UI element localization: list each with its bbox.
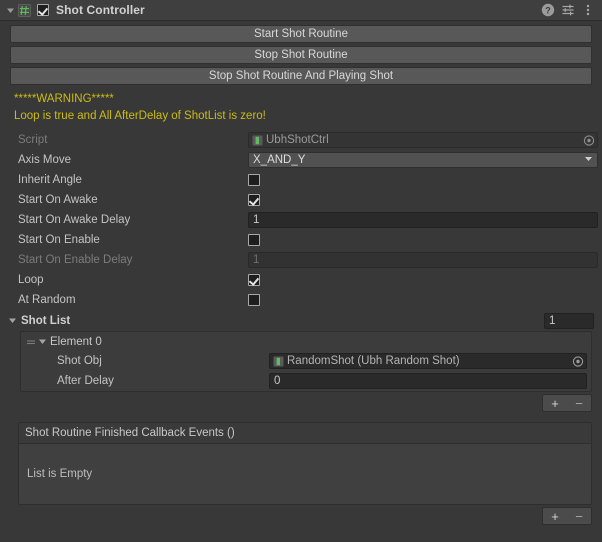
label-start-on-enable-delay: Start On Enable Delay (18, 254, 133, 266)
label-start-on-enable: Start On Enable (18, 234, 100, 246)
component-enabled-checkbox[interactable] (37, 4, 49, 16)
field-at-random (248, 292, 598, 308)
start-on-enable-delay-input: 1 (248, 252, 598, 268)
property-row-inherit-angle: Inherit Angle (0, 170, 602, 190)
unity-event-add-button[interactable]: + (543, 508, 567, 524)
field-loop (248, 272, 598, 288)
field-axis-move[interactable]: X_AND_Y (248, 152, 598, 168)
axis-move-dropdown[interactable]: X_AND_Y (248, 152, 598, 168)
start-on-enable-checkbox-wrap (248, 232, 598, 248)
shot-obj-object-field[interactable]: RandomShot (Ubh Random Shot) (269, 353, 587, 369)
shot-routine-finished-callback-events: Shot Routine Finished Callback Events ()… (18, 422, 592, 505)
field-shot-obj[interactable]: RandomShot (Ubh Random Shot) (269, 353, 587, 369)
inherit-angle-checkbox-wrap (248, 172, 598, 188)
label-axis-move: Axis Move (18, 154, 72, 166)
inspector-panel: Shot Controller ? Start Shot Routine Sto… (0, 0, 602, 542)
shot-list-header: Shot List 1 (0, 310, 602, 331)
component-header[interactable]: Shot Controller ? (0, 0, 602, 21)
property-row-axis-move: Axis Move X_AND_Y (0, 150, 602, 170)
property-row-start-on-awake-delay: Start On Awake Delay 1 (0, 210, 602, 230)
shot-list-controls: + − (0, 394, 602, 412)
shot-list-remove-button[interactable]: − (567, 395, 591, 411)
unity-event-pm-group: + − (542, 507, 592, 525)
start-on-enable-checkbox[interactable] (248, 234, 260, 246)
script-object-field[interactable]: UbhShotCtrl (248, 132, 598, 148)
stop-shot-routine-button[interactable]: Stop Shot Routine (10, 46, 592, 64)
label-at-random: At Random (18, 294, 76, 306)
loop-checkbox-wrap (248, 272, 598, 288)
element-row-after-delay: After Delay 0 (21, 371, 591, 391)
field-start-on-awake (248, 192, 598, 208)
svg-text:?: ? (545, 5, 551, 15)
script-object-value: UbhShotCtrl (266, 134, 329, 146)
unity-event-title: Shot Routine Finished Callback Events () (19, 423, 591, 444)
label-script: Script (18, 134, 48, 146)
unity-event-controls: + − (0, 507, 602, 525)
shot-list-foldout-arrow[interactable] (6, 315, 18, 327)
field-start-on-awake-delay[interactable]: 1 (248, 212, 598, 228)
script-asset-icon (252, 135, 263, 146)
stop-shot-routine-and-playing-shot-button[interactable]: Stop Shot Routine And Playing Shot (10, 67, 592, 85)
action-buttons: Start Shot Routine Stop Shot Routine Sto… (0, 25, 602, 85)
field-start-on-enable-delay: 1 (248, 252, 598, 268)
field-after-delay[interactable]: 0 (269, 373, 587, 389)
preset-icon[interactable] (559, 2, 576, 19)
start-on-awake-checkbox[interactable] (248, 194, 260, 206)
property-row-start-on-enable-delay: Start On Enable Delay 1 (0, 250, 602, 270)
element-foldout-arrow[interactable] (36, 336, 48, 348)
shot-list-pm-group: + − (542, 394, 592, 412)
property-row-at-random: At Random (0, 290, 602, 310)
shot-list-title: Shot List (21, 314, 71, 327)
at-random-checkbox[interactable] (248, 294, 260, 306)
help-icon[interactable]: ? (539, 2, 556, 19)
unity-event-remove-button[interactable]: − (567, 508, 591, 524)
shot-list-element-header[interactable]: Element 0 (21, 332, 591, 351)
component-title: Shot Controller (56, 3, 145, 17)
inherit-angle-checkbox[interactable] (248, 174, 260, 186)
element-row-shot-obj: Shot Obj RandomShot (Ubh Random Shot) (21, 351, 591, 371)
label-inherit-angle: Inherit Angle (18, 174, 82, 186)
field-start-on-enable (248, 232, 598, 248)
start-shot-routine-button[interactable]: Start Shot Routine (10, 25, 592, 43)
label-loop: Loop (18, 274, 44, 286)
drag-handle-icon[interactable] (25, 336, 36, 347)
shot-list-size-input[interactable]: 1 (544, 312, 594, 329)
property-row-start-on-awake: Start On Awake (0, 190, 602, 210)
label-start-on-awake: Start On Awake (18, 194, 98, 206)
object-picker-icon[interactable] (582, 134, 595, 147)
warning-title: *****WARNING***** (14, 93, 114, 105)
start-on-awake-checkbox-wrap (248, 192, 598, 208)
field-script[interactable]: UbhShotCtrl (248, 132, 598, 148)
loop-checkbox[interactable] (248, 274, 260, 286)
more-menu-icon[interactable] (579, 2, 596, 19)
chevron-down-icon (584, 154, 593, 166)
field-inherit-angle (248, 172, 598, 188)
axis-move-value: X_AND_Y (253, 154, 306, 166)
warning-block: *****WARNING***** Loop is true and All A… (0, 85, 602, 130)
csharp-script-icon (18, 3, 31, 17)
property-row-script: Script UbhShotCtrl (0, 130, 602, 150)
property-row-start-on-enable: Start On Enable (0, 230, 602, 250)
prefab-asset-icon (273, 356, 284, 367)
warning-message: Loop is true and All AfterDelay of ShotL… (14, 110, 266, 122)
unity-event-empty-text: List is Empty (27, 468, 93, 480)
shot-obj-value: RandomShot (Ubh Random Shot) (287, 355, 460, 367)
inspector-body: Start Shot Routine Stop Shot Routine Sto… (0, 25, 602, 525)
label-after-delay: After Delay (57, 375, 114, 387)
shot-list-box: Element 0 Shot Obj RandomShot (Ubh Rando… (20, 331, 592, 392)
after-delay-input[interactable]: 0 (269, 373, 587, 389)
shot-list-add-button[interactable]: + (543, 395, 567, 411)
property-row-loop: Loop (0, 270, 602, 290)
label-start-on-awake-delay: Start On Awake Delay (18, 214, 131, 226)
shot-obj-picker-icon[interactable] (571, 355, 584, 368)
label-shot-obj: Shot Obj (57, 355, 102, 367)
start-on-awake-delay-input[interactable]: 1 (248, 212, 598, 228)
element-label: Element 0 (50, 335, 102, 348)
at-random-checkbox-wrap (248, 292, 598, 308)
component-foldout-arrow[interactable] (4, 4, 16, 16)
